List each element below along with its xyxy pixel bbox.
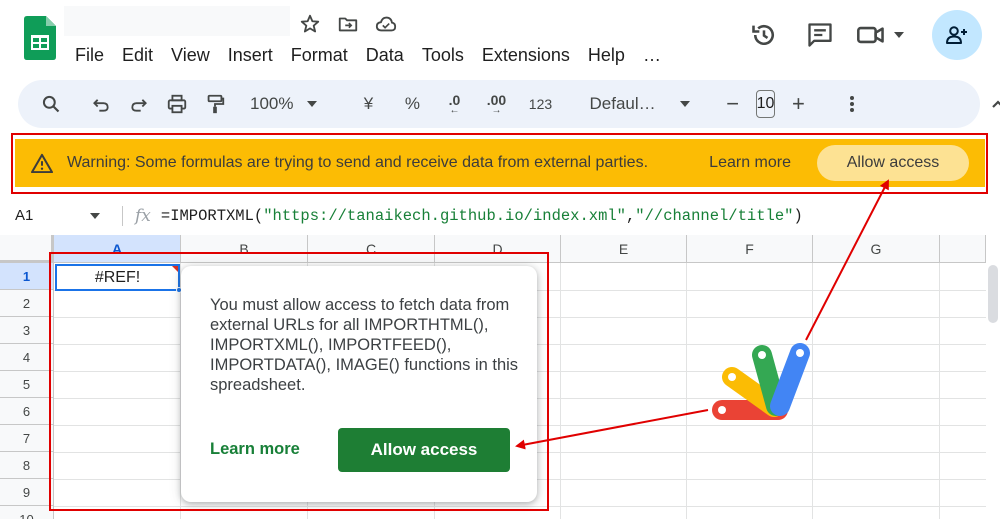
print-icon[interactable] [162, 89, 192, 119]
chevron-down-icon [90, 212, 100, 219]
column-header-f[interactable]: F [687, 235, 813, 263]
formula-url-argument: "https://tanaikech.github.io/index.xml" [263, 206, 626, 225]
chevron-down-icon [894, 32, 904, 38]
decrease-font-size-button[interactable]: − [718, 89, 748, 119]
function-icon: fx [135, 205, 151, 226]
zoom-value: 100% [250, 94, 294, 113]
paint-format-icon[interactable] [200, 89, 230, 119]
menu-view[interactable]: View [162, 42, 219, 68]
row-header-7[interactable]: 7 [0, 425, 54, 452]
comments-icon[interactable] [800, 10, 840, 60]
font-family-select[interactable]: Defaul… [589, 94, 690, 114]
formula-suffix: ) [793, 206, 803, 225]
increase-decimal-button[interactable]: .00 → [481, 89, 511, 119]
document-title-input[interactable] [64, 6, 290, 36]
font-family-value: Defaul… [589, 94, 656, 113]
decrease-decimal-button[interactable]: .0 ← [439, 89, 469, 119]
chevron-down-icon [679, 101, 690, 107]
row-header-2[interactable]: 2 [0, 290, 54, 317]
vertical-scrollbar[interactable] [988, 265, 998, 323]
increase-font-size-button[interactable]: + [783, 89, 813, 119]
collapse-menus-icon[interactable] [983, 89, 1000, 119]
formula-xpath-argument: "//channel/title" [635, 206, 794, 225]
video-camera-icon [857, 26, 884, 44]
column-gridline [939, 263, 940, 519]
column-gridline [686, 263, 687, 519]
undo-icon[interactable] [86, 89, 116, 119]
menu-help[interactable]: Help [579, 42, 634, 68]
formula-input[interactable]: =IMPORTXML("https://tanaikech.github.io/… [161, 207, 803, 225]
arrow-right-icon: → [491, 105, 502, 116]
menu-edit[interactable]: Edit [113, 42, 162, 68]
version-history-icon[interactable] [744, 10, 784, 60]
cell-reference: A1 [15, 207, 34, 224]
font-size-input[interactable]: 10 [755, 90, 776, 118]
share-button[interactable] [932, 10, 982, 60]
menu-format[interactable]: Format [282, 42, 357, 68]
more-options-icon[interactable] [837, 89, 867, 119]
more-formats-button[interactable]: 123 [525, 89, 555, 119]
search-menus-icon[interactable] [36, 89, 66, 119]
menu-data[interactable]: Data [357, 42, 413, 68]
percent-format-button[interactable]: % [397, 89, 427, 119]
chevron-down-icon [307, 101, 318, 107]
menu-tools[interactable]: Tools [413, 42, 473, 68]
row-header-4[interactable]: 4 [0, 344, 54, 371]
row-header-3[interactable]: 3 [0, 317, 54, 344]
select-all-corner[interactable] [0, 235, 54, 263]
formula-divider [122, 205, 123, 226]
annotation-highlight-box [11, 133, 988, 194]
row-header-6[interactable]: 6 [0, 398, 54, 425]
toolbar: 100% ¥ % .0 ← .00 → 123 Defaul… − 10 + [18, 80, 1000, 128]
app-header: File Edit View Insert Format Data Tools … [0, 0, 1000, 80]
meet-button[interactable] [856, 21, 904, 49]
redo-icon[interactable] [124, 89, 154, 119]
menu-extensions[interactable]: Extensions [473, 42, 579, 68]
menu-more[interactable]: … [634, 42, 670, 68]
formula-comma: , [625, 206, 636, 225]
add-person-icon [946, 26, 967, 44]
formula-prefix: =IMPORTXML( [160, 206, 264, 225]
row-header-1[interactable]: 1 [0, 263, 54, 290]
zoom-select[interactable]: 100% [250, 94, 318, 114]
column-header-e[interactable]: E [561, 235, 687, 263]
cloud-status-icon[interactable] [374, 12, 398, 36]
column-header-g[interactable]: G [813, 235, 940, 263]
row-header-9[interactable]: 9 [0, 479, 54, 506]
arrow-left-icon: ← [449, 105, 460, 116]
menu-file[interactable]: File [66, 42, 113, 68]
row-header-8[interactable]: 8 [0, 452, 54, 479]
google-sheets-logo-icon[interactable] [24, 16, 56, 60]
annotation-highlight-box [49, 252, 549, 511]
menu-bar: File Edit View Insert Format Data Tools … [66, 42, 670, 68]
column-header-h[interactable] [940, 235, 986, 263]
move-to-folder-icon[interactable] [336, 12, 360, 36]
star-icon[interactable] [298, 12, 322, 36]
formula-bar: A1 fx =IMPORTXML("https://tanaikech.gith… [0, 199, 1000, 232]
name-box[interactable]: A1 [0, 207, 108, 224]
apps-script-logo-icon [712, 343, 810, 420]
row-header-10[interactable]: 10 [0, 506, 54, 519]
currency-format-button[interactable]: ¥ [353, 89, 383, 119]
row-header-5[interactable]: 5 [0, 371, 54, 398]
column-gridline [560, 263, 561, 519]
menu-insert[interactable]: Insert [219, 42, 282, 68]
